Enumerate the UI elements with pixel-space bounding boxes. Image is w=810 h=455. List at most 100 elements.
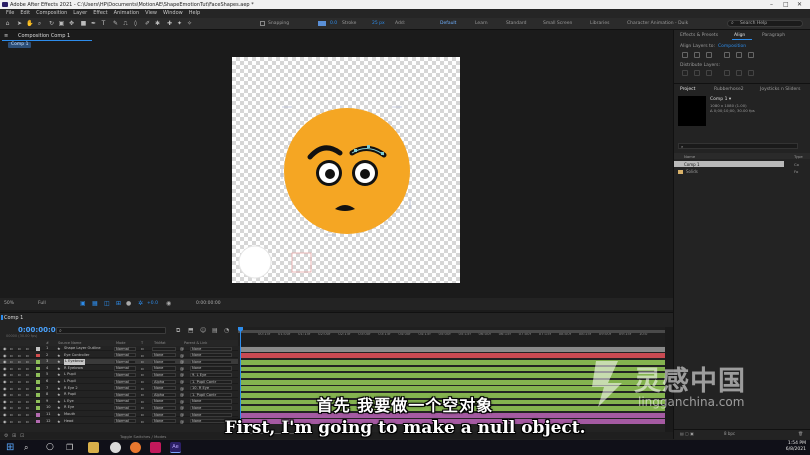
lock-toggle-icon[interactable]: ▫: [26, 346, 29, 351]
align-vcenter-icon[interactable]: [736, 52, 742, 58]
comp-breadcrumb[interactable]: Comp 1: [8, 42, 32, 48]
fill-swatch[interactable]: [318, 21, 326, 26]
layer-mode-dropdown[interactable]: Normal: [114, 379, 136, 384]
layer-name[interactable]: R Eye 2: [64, 386, 78, 391]
solo-toggle-icon[interactable]: ▫: [18, 366, 21, 371]
layer-parent-dropdown[interactable]: None: [190, 346, 232, 351]
layer-parent-dropdown[interactable]: 1. Pupil Contr: [190, 379, 232, 384]
workspace-learn[interactable]: Learn: [475, 21, 488, 26]
label-color-swatch[interactable]: [36, 360, 40, 364]
transparency-grid-icon[interactable]: ▦: [92, 300, 98, 307]
color-channel-icon[interactable]: ●: [126, 300, 131, 307]
snapping-checkbox[interactable]: [260, 21, 265, 26]
layer-name[interactable]: L Pupil: [64, 372, 76, 377]
rotate-tool-icon[interactable]: ↻: [48, 20, 55, 27]
layer-trkmat-dropdown[interactable]: None: [152, 366, 176, 371]
zoom-dropdown[interactable]: 50%: [4, 301, 14, 306]
solo-toggle-icon[interactable]: ▫: [18, 386, 21, 391]
zoom-tool-icon[interactable]: ⌕: [36, 20, 43, 27]
layer-parent-dropdown[interactable]: None: [190, 366, 232, 371]
region-of-interest-icon[interactable]: ▣: [80, 300, 86, 307]
composition-tab[interactable]: ≡ Composition Comp 1: [2, 32, 92, 41]
layer-parent-dropdown[interactable]: None: [190, 353, 232, 358]
label-color-swatch[interactable]: [36, 373, 40, 377]
layer-mode-dropdown[interactable]: Normal: [114, 353, 136, 358]
close-icon[interactable]: ✕: [797, 1, 802, 8]
project-item-name[interactable]: Solids: [686, 169, 698, 174]
align-right-icon[interactable]: [706, 52, 712, 58]
tab-paragraph[interactable]: Paragraph: [762, 33, 785, 38]
layer-parent-dropdown[interactable]: 9. L Eye: [190, 372, 232, 378]
align-bottom-icon[interactable]: [748, 52, 754, 58]
guides-icon[interactable]: ⊞: [116, 300, 121, 307]
layer-row[interactable]: ◉ ▫ ▫ ▫ 5 ★ L Pupil Normal ▫ None @9. L Eye: [0, 372, 238, 378]
workspace-default[interactable]: Default: [440, 21, 456, 26]
distribute-hcenter-icon[interactable]: [736, 70, 742, 76]
workspace-duik[interactable]: Character Animation - Duik: [627, 21, 688, 26]
menu-effect[interactable]: Effect: [93, 9, 107, 18]
preserve-transparency-toggle[interactable]: ▫: [141, 359, 144, 364]
audio-toggle-icon[interactable]: ▫: [10, 372, 13, 377]
menu-file[interactable]: File: [6, 9, 14, 18]
solo-toggle-icon[interactable]: ▫: [18, 353, 21, 358]
lock-toggle-icon[interactable]: ▫: [26, 366, 29, 371]
viewer-timecode[interactable]: 0:00:00:00: [196, 301, 221, 306]
clone-stamp-tool-icon[interactable]: ⎍: [122, 20, 129, 27]
layer-row[interactable]: ◉ ▫ ▫ ▫ 4 ★ R Eyebrow Normal ▫ None @ None: [0, 366, 238, 372]
timeline-tab[interactable]: Comp 1: [4, 315, 23, 321]
layer-row[interactable]: ◉ ▫ ▫ ▫ 2 ★ Eye Controller Normal ▫ None @ None: [0, 353, 238, 358]
type-tool-icon[interactable]: T: [100, 20, 107, 27]
solo-toggle-icon[interactable]: ▫: [18, 346, 21, 351]
visibility-eye-icon[interactable]: ◉: [3, 372, 7, 377]
exposure-icon[interactable]: ✲: [138, 300, 143, 307]
layer-trkmat-dropdown[interactable]: None: [152, 372, 176, 378]
selection-tool-icon[interactable]: ➤: [16, 20, 23, 27]
puppet-starch-icon[interactable]: ✧: [186, 20, 193, 27]
distribute-left-icon[interactable]: [724, 70, 730, 76]
label-color-swatch[interactable]: [36, 353, 40, 358]
pin-tool-icon[interactable]: ✚: [166, 20, 173, 27]
tab-project[interactable]: Project: [680, 87, 695, 92]
project-comp-name[interactable]: Comp 1 ▾: [710, 97, 731, 102]
home-icon[interactable]: ⌂: [4, 20, 11, 27]
layer-parent-dropdown[interactable]: None: [190, 359, 232, 364]
minimize-icon[interactable]: –: [770, 1, 773, 8]
layer-name[interactable]: L Eyebrow: [64, 359, 85, 365]
comp-mini-flowchart-icon[interactable]: ⧉: [176, 327, 180, 335]
menu-edit[interactable]: Edit: [20, 9, 30, 18]
search-icon[interactable]: ⌕: [24, 442, 35, 453]
layer-row[interactable]: ◉ ▫ ▫ ▫ 1 ★ Shape Layer Outline Normal ▫ @ None: [0, 346, 238, 352]
layer-row[interactable]: ◉ ▫ ▫ ▫ 7 ★ R Eye 2 Normal ▫ None @10. R Eye: [0, 386, 238, 391]
audio-toggle-icon[interactable]: ▫: [10, 366, 13, 371]
label-color-swatch[interactable]: [36, 380, 40, 384]
lock-toggle-icon[interactable]: ▫: [26, 372, 29, 377]
layer-trkmat-dropdown[interactable]: [152, 346, 176, 351]
layer-name[interactable]: Shape Layer Outline: [64, 346, 101, 351]
layer-trkmat-dropdown[interactable]: None: [152, 386, 176, 391]
current-time-indicator[interactable]: [240, 327, 241, 432]
audio-toggle-icon[interactable]: ▫: [10, 386, 13, 391]
graph-editor-icon[interactable]: ◔: [224, 327, 229, 334]
audio-toggle-icon[interactable]: ▫: [10, 353, 13, 358]
visibility-eye-icon[interactable]: ◉: [3, 346, 7, 351]
timeline-search-input[interactable]: ⌕: [56, 327, 166, 334]
distribute-right-icon[interactable]: [748, 70, 754, 76]
maximize-icon[interactable]: □: [783, 1, 789, 8]
hand-tool-icon[interactable]: ✋: [26, 20, 33, 27]
solo-toggle-icon[interactable]: ▫: [18, 359, 21, 364]
preserve-transparency-toggle[interactable]: ▫: [141, 386, 144, 391]
work-area-bar[interactable]: [238, 330, 665, 333]
after-effects-taskbar-icon[interactable]: Ae: [170, 442, 181, 453]
layer-name[interactable]: R Eyebrow: [64, 366, 83, 371]
layer-trkmat-dropdown[interactable]: None: [152, 353, 176, 358]
project-search-input[interactable]: ⌕: [678, 143, 798, 149]
firefox-icon[interactable]: [130, 442, 141, 453]
mask-visibility-icon[interactable]: ◫: [104, 300, 110, 307]
puppet-tool-icon[interactable]: ✱: [154, 20, 161, 27]
distribute-vcenter-icon[interactable]: [694, 70, 700, 76]
align-layers-to-dropdown[interactable]: Composition: [718, 44, 746, 49]
label-color-swatch[interactable]: [36, 386, 40, 391]
windows-start-icon[interactable]: ⊞: [6, 442, 17, 453]
pickwhip-icon[interactable]: @: [180, 379, 184, 384]
help-search-input[interactable]: ⌕ Search Help: [727, 20, 803, 27]
